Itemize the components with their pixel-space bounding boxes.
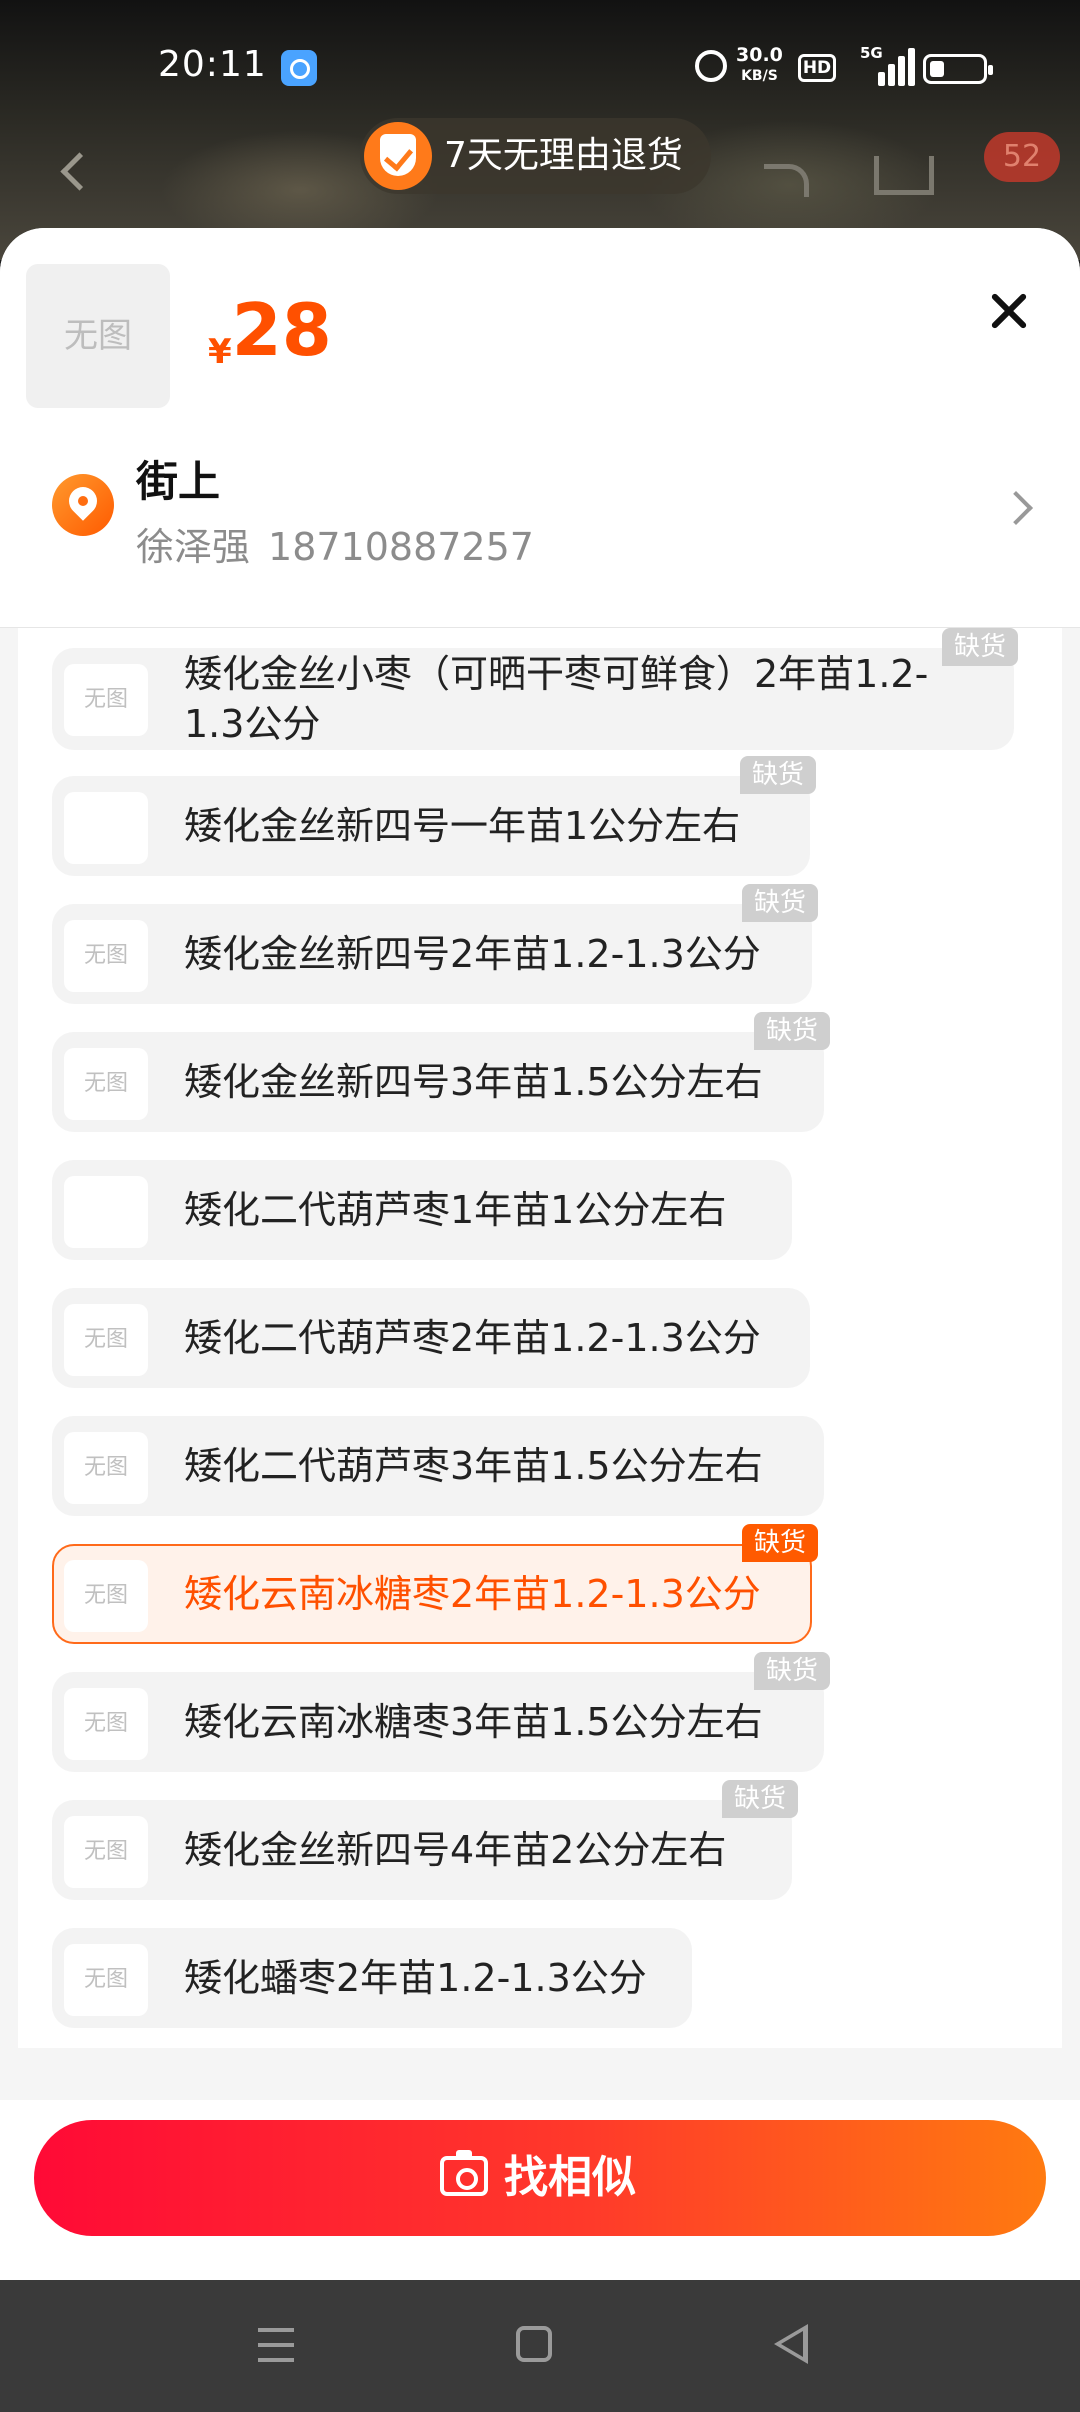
- option-item[interactable]: 无图 矮化二代葫芦枣2年苗1.2-1.3公分: [52, 1288, 810, 1388]
- back-triangle-icon[interactable]: [774, 2324, 808, 2364]
- location-pin-icon: [52, 474, 114, 536]
- option-thumbnail: 无图: [64, 664, 148, 736]
- option-thumbnail: 无图: [64, 1688, 148, 1760]
- option-label: 矮化云南冰糖枣3年苗1.5公分左右: [184, 1700, 763, 1744]
- option-item[interactable]: 无图 矮化蟠枣2年苗1.2-1.3公分: [52, 1928, 692, 2028]
- option-item[interactable]: 无图 矮化金丝新四号3年苗1.5公分左右 缺货: [52, 1012, 830, 1132]
- out-of-stock-badge: 缺货: [741, 884, 818, 922]
- out-of-stock-badge: 缺货: [739, 756, 816, 794]
- app-notification-icon: [281, 50, 317, 86]
- address-row[interactable]: 街上 徐泽强 18710887257: [0, 428, 1080, 588]
- alarm-icon: [695, 50, 727, 82]
- out-of-stock-badge: 缺货: [941, 628, 1018, 666]
- sku-selector-sheet: 无图 ¥28 街上 徐泽强 18710887257 分左右 无图 矮化金丝小枣（可…: [0, 228, 1080, 2280]
- find-similar-label: 找相似: [504, 2152, 636, 2203]
- option-thumbnail: 无图: [64, 1816, 148, 1888]
- out-of-stock-badge: 缺货: [753, 1652, 830, 1690]
- menu-icon[interactable]: [258, 2328, 294, 2362]
- out-of-stock-badge: 缺货: [753, 1012, 830, 1050]
- option-thumbnail: 无图: [64, 1304, 148, 1376]
- recipient-name: 徐泽强: [136, 525, 251, 569]
- option-label: 矮化二代葫芦枣1年苗1公分左右: [184, 1188, 727, 1232]
- option-item[interactable]: 无图 矮化云南冰糖枣3年苗1.5公分左右 缺货: [52, 1652, 830, 1772]
- camera-icon: [440, 2150, 488, 2196]
- option-label: 矮化金丝新四号3年苗1.5公分左右: [184, 1060, 763, 1104]
- sku-option-list[interactable]: 分左右 无图 矮化金丝小枣（可晒干枣可鲜食）2年苗1.2-1.3公分 缺货 矮化…: [18, 598, 1062, 2048]
- guarantee-text: 7天无理由退货: [444, 135, 683, 176]
- back-icon[interactable]: [48, 150, 96, 198]
- option-thumbnail: 无图: [64, 1048, 148, 1120]
- out-of-stock-badge: 缺货: [741, 1524, 818, 1562]
- option-item[interactable]: 矮化二代葫芦枣1年苗1公分左右: [52, 1160, 792, 1260]
- recipient-phone: 18710887257: [268, 525, 534, 569]
- option-label: 矮化金丝新四号2年苗1.2-1.3公分: [184, 932, 761, 976]
- option-item[interactable]: 无图 矮化金丝新四号4年苗2公分左右 缺货: [52, 1780, 798, 1900]
- option-label: 矮化云南冰糖枣2年苗1.2-1.3公分: [184, 1572, 761, 1616]
- address-contact: 徐泽强 18710887257: [136, 516, 534, 571]
- option-label: 矮化金丝新四号4年苗2公分左右: [184, 1828, 727, 1872]
- find-similar-button[interactable]: 找相似: [34, 2120, 1046, 2236]
- option-label: 矮化金丝小枣（可晒干枣可鲜食）2年苗1.2-1.3公分: [184, 652, 929, 746]
- action-bar: 找相似: [0, 2100, 1080, 2280]
- system-nav-bar: [0, 2280, 1080, 2412]
- option-item[interactable]: 无图 矮化金丝新四号2年苗1.2-1.3公分 缺货: [52, 884, 818, 1004]
- chevron-right-icon: [999, 491, 1033, 525]
- option-item[interactable]: 矮化金丝新四号一年苗1公分左右 缺货: [52, 756, 816, 876]
- cart-icon[interactable]: [868, 148, 938, 210]
- option-thumbnail: [64, 1176, 148, 1248]
- option-item[interactable]: 无图 矮化金丝小枣（可晒干枣可鲜食）2年苗1.2-1.3公分 缺货: [52, 628, 1018, 750]
- return-guarantee-pill: 7天无理由退货: [360, 118, 711, 194]
- sheet-header: 无图 ¥28 街上 徐泽强 18710887257: [0, 228, 1080, 628]
- price-value: 28: [231, 288, 332, 372]
- home-icon[interactable]: [516, 2326, 552, 2362]
- status-bar: 20:11 30.0 KB/S HD 5G: [0, 0, 1080, 130]
- option-label: 矮化蟠枣2年苗1.2-1.3公分: [184, 1956, 647, 2000]
- product-price: ¥28: [208, 288, 332, 372]
- cart-count-badge: 52: [984, 132, 1060, 182]
- option-thumbnail: 无图: [64, 1432, 148, 1504]
- option-item[interactable]: 无图 矮化二代葫芦枣3年苗1.5公分左右: [52, 1416, 824, 1516]
- out-of-stock-badge: 缺货: [721, 1780, 798, 1818]
- hd-icon: HD: [798, 54, 836, 82]
- speed-value: 30.0: [736, 44, 783, 66]
- option-thumbnail: 无图: [64, 920, 148, 992]
- option-label: 矮化二代葫芦枣2年苗1.2-1.3公分: [184, 1316, 761, 1360]
- battery-icon: [923, 54, 993, 84]
- price-currency: ¥: [208, 332, 232, 372]
- option-thumbnail: 无图: [64, 1944, 148, 2016]
- share-icon[interactable]: [758, 150, 818, 206]
- close-icon[interactable]: [982, 284, 1038, 340]
- signal-icon: [862, 46, 915, 86]
- network-speed: 30.0 KB/S: [736, 46, 783, 86]
- speed-unit: KB/S: [741, 68, 778, 84]
- shield-check-icon: [364, 122, 432, 190]
- option-label: 矮化金丝新四号一年苗1公分左右: [184, 804, 741, 848]
- option-item-selected[interactable]: 无图 矮化云南冰糖枣2年苗1.2-1.3公分 缺货: [52, 1524, 818, 1644]
- status-time: 20:11: [158, 44, 267, 85]
- product-thumbnail[interactable]: 无图: [26, 264, 170, 408]
- option-label: 矮化二代葫芦枣3年苗1.5公分左右: [184, 1444, 763, 1488]
- address-name: 街上: [136, 457, 221, 506]
- option-thumbnail: [64, 792, 148, 864]
- option-thumbnail: 无图: [64, 1560, 148, 1632]
